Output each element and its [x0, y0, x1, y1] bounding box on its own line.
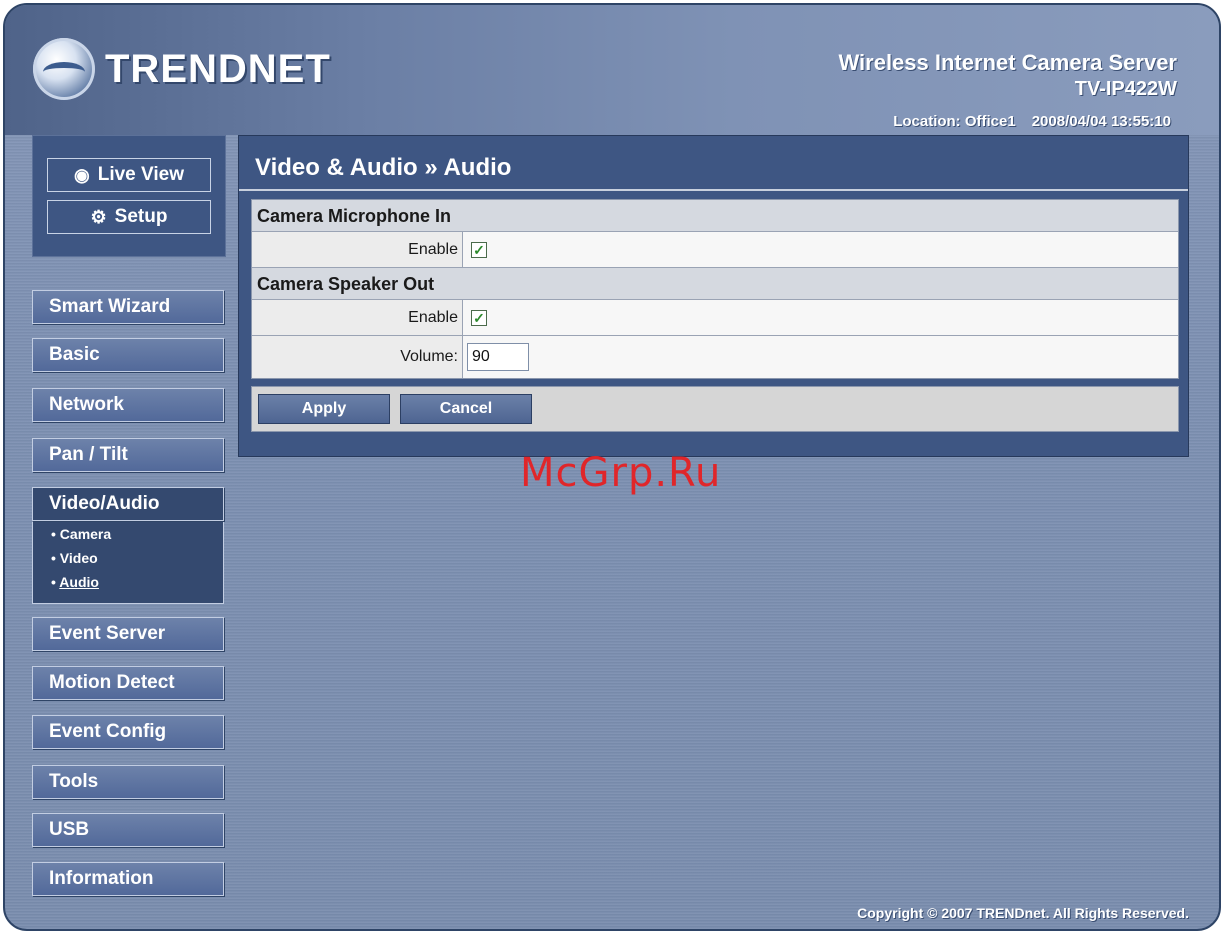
setup-button[interactable]: ⚙ Setup	[47, 200, 211, 234]
speaker-enable-label: Enable	[252, 300, 463, 335]
live-view-label: Live View	[97, 164, 184, 185]
mic-enable-checkbox[interactable]: ✓	[471, 241, 487, 258]
gears-icon: ⚙	[90, 206, 107, 227]
nav-information[interactable]: Information	[32, 862, 224, 896]
copyright-text: Copyright © 2007 TRENDnet. All Rights Re…	[857, 905, 1189, 921]
title-divider	[239, 189, 1188, 191]
nav-tools[interactable]: Tools	[32, 765, 224, 799]
setup-label: Setup	[114, 206, 168, 227]
app-frame: TRENDNET Wireless Internet Camera Server…	[3, 3, 1221, 931]
nav-usb[interactable]: USB	[32, 813, 224, 847]
mic-enable-row: Enable ✓	[252, 232, 1178, 268]
volume-row: Volume:	[252, 336, 1178, 378]
eye-icon: ◉	[74, 164, 90, 185]
volume-label: Volume:	[252, 336, 463, 378]
subnav-audio-label: Audio	[59, 574, 99, 590]
live-view-button[interactable]: ◉ Live View	[47, 158, 211, 192]
logo-text: TRENDNET	[105, 46, 331, 91]
video-audio-submenu: • Camera • Video • Audio	[32, 522, 224, 604]
audio-settings-panel: Video & Audio » Audio Camera Microphone …	[238, 135, 1189, 457]
nav-motion-detect[interactable]: Motion Detect	[32, 666, 224, 700]
mic-enable-label: Enable	[252, 232, 463, 267]
volume-input[interactable]	[467, 343, 529, 371]
product-name: Wireless Internet Camera Server	[838, 50, 1177, 75]
subnav-video-label: Video	[59, 550, 98, 566]
nav-event-config[interactable]: Event Config	[32, 715, 224, 749]
product-model: TV-IP422W	[1074, 78, 1177, 100]
status-line: Location: Office1 2008/04/04 13:55:10	[893, 113, 1171, 130]
mic-section-header: Camera Microphone In	[252, 200, 1178, 232]
action-bar: Apply Cancel	[251, 386, 1179, 432]
subnav-audio[interactable]: • Audio	[33, 570, 223, 594]
speaker-section-header: Camera Speaker Out	[252, 268, 1178, 300]
nav-event-server[interactable]: Event Server	[32, 617, 224, 651]
nav-video-audio[interactable]: Video/Audio	[32, 487, 224, 521]
watermark-text: McGrp.Ru	[520, 450, 722, 496]
subnav-video[interactable]: • Video	[33, 546, 223, 570]
trendnet-logo: TRENDNET	[33, 33, 331, 105]
nav-smart-wizard[interactable]: Smart Wizard	[32, 290, 224, 324]
speaker-enable-row: Enable ✓	[252, 300, 1178, 336]
location-text: Location: Office1	[893, 113, 1016, 130]
subnav-camera[interactable]: • Camera	[33, 522, 223, 546]
audio-form: Camera Microphone In Enable ✓ Camera Spe…	[251, 199, 1179, 379]
nav-pan-tilt[interactable]: Pan / Tilt	[32, 438, 224, 472]
page-title: Video & Audio » Audio	[255, 154, 512, 181]
view-mode-box: ◉ Live View ⚙ Setup	[32, 135, 226, 257]
cancel-button[interactable]: Cancel	[400, 394, 532, 424]
logo-globe-icon	[33, 38, 95, 100]
apply-button[interactable]: Apply	[258, 394, 390, 424]
nav-basic[interactable]: Basic	[32, 338, 224, 372]
subnav-camera-label: Camera	[59, 526, 112, 542]
datetime-text: 2008/04/04 13:55:10	[1031, 113, 1171, 130]
product-title: Wireless Internet Camera Server TV-IP422…	[838, 50, 1177, 101]
nav-network[interactable]: Network	[32, 388, 224, 422]
speaker-enable-checkbox[interactable]: ✓	[471, 309, 487, 326]
